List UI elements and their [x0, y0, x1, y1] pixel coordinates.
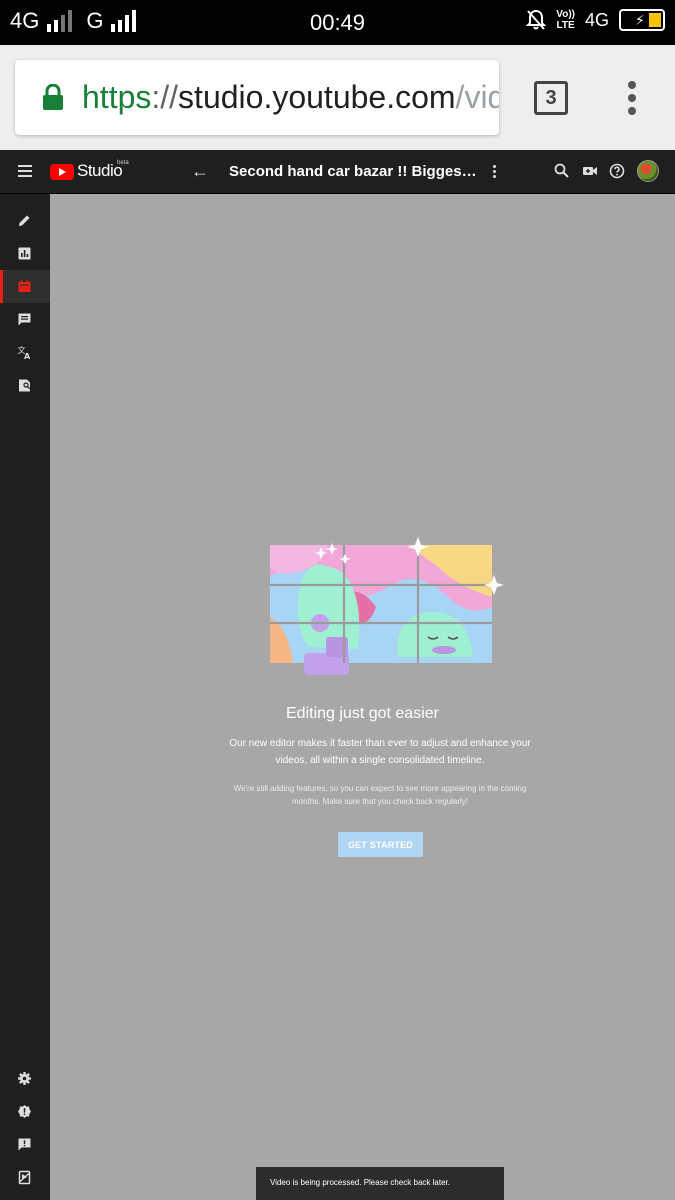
processing-toast: Video is being processed. Please check b… — [256, 1167, 504, 1200]
tab-switcher-button[interactable]: 3 — [534, 81, 568, 115]
browser-menu-icon[interactable] — [620, 81, 644, 115]
gear-icon — [18, 1072, 31, 1085]
beta-label: beta — [117, 160, 129, 166]
empty-state-note: We're still adding features, so you can … — [233, 784, 527, 806]
sidebar-item-creator-studio[interactable] — [0, 1161, 50, 1194]
create-video-icon[interactable] — [581, 162, 599, 180]
sidebar-item-settings[interactable] — [0, 1062, 50, 1095]
studio-header: Studio beta ← Second hand car bazar !! B… — [0, 150, 675, 194]
sidebar-item-alerts[interactable] — [0, 1095, 50, 1128]
mute-bell-icon — [526, 9, 547, 30]
video-options-icon[interactable] — [493, 165, 496, 180]
empty-state-title: Editing just got easier — [286, 705, 439, 722]
sidebar-item-editor[interactable] — [0, 270, 50, 303]
sidebar-item-comments[interactable] — [0, 303, 50, 336]
search-icon[interactable] — [553, 162, 571, 180]
editor-illustration-icon — [270, 537, 504, 675]
back-arrow-icon[interactable]: ← — [191, 161, 209, 182]
network-type-3: 4G — [584, 9, 609, 30]
battery-icon: ⚡ — [619, 9, 665, 31]
url-text[interactable]: https://studio.youtube.com/vid — [82, 79, 499, 116]
sidebar-item-translations[interactable]: 文A — [0, 336, 50, 369]
volte-indicator: Vo)) LTE — [556, 9, 575, 31]
copyright-icon — [19, 379, 31, 392]
video-title: Second hand car bazar !! Biggest Car Mar… — [229, 163, 477, 180]
get-started-button[interactable]: GET STARTED — [338, 832, 423, 857]
youtube-logo-icon[interactable] — [50, 164, 74, 180]
studio-logo-text[interactable]: Studio — [77, 161, 123, 181]
sidebar-item-feedback[interactable] — [0, 1128, 50, 1161]
feedback-icon — [18, 1138, 31, 1151]
pencil-icon — [19, 215, 30, 226]
browser-toolbar: https://studio.youtube.com/vid 3 — [0, 45, 675, 150]
sidebar-item-analytics[interactable] — [0, 237, 50, 270]
editor-empty-state: Editing just got easier Our new editor m… — [50, 194, 675, 1200]
help-icon[interactable] — [608, 162, 626, 180]
status-icons: Vo)) LTE 4G ⚡ — [526, 9, 665, 31]
sidebar-item-copyright[interactable] — [0, 369, 50, 402]
lock-icon — [43, 84, 63, 110]
analytics-icon — [18, 247, 31, 260]
creator-studio-icon — [18, 1170, 31, 1185]
hamburger-menu-icon[interactable] — [18, 165, 32, 180]
alert-icon — [18, 1105, 31, 1118]
sidebar-item-details[interactable] — [0, 204, 50, 237]
address-bar[interactable]: https://studio.youtube.com/vid — [15, 60, 499, 135]
sidebar: 文A — [0, 194, 50, 1200]
empty-state-body: Our new editor makes it faster than ever… — [229, 738, 531, 766]
avatar[interactable] — [637, 160, 659, 182]
translate-icon: 文A — [18, 345, 32, 360]
svg-text:A: A — [24, 352, 31, 360]
editor-icon — [18, 280, 31, 292]
status-bar: 4G G 00:49 Vo)) LTE 4G ⚡ — [0, 0, 675, 45]
comments-icon — [18, 313, 31, 326]
